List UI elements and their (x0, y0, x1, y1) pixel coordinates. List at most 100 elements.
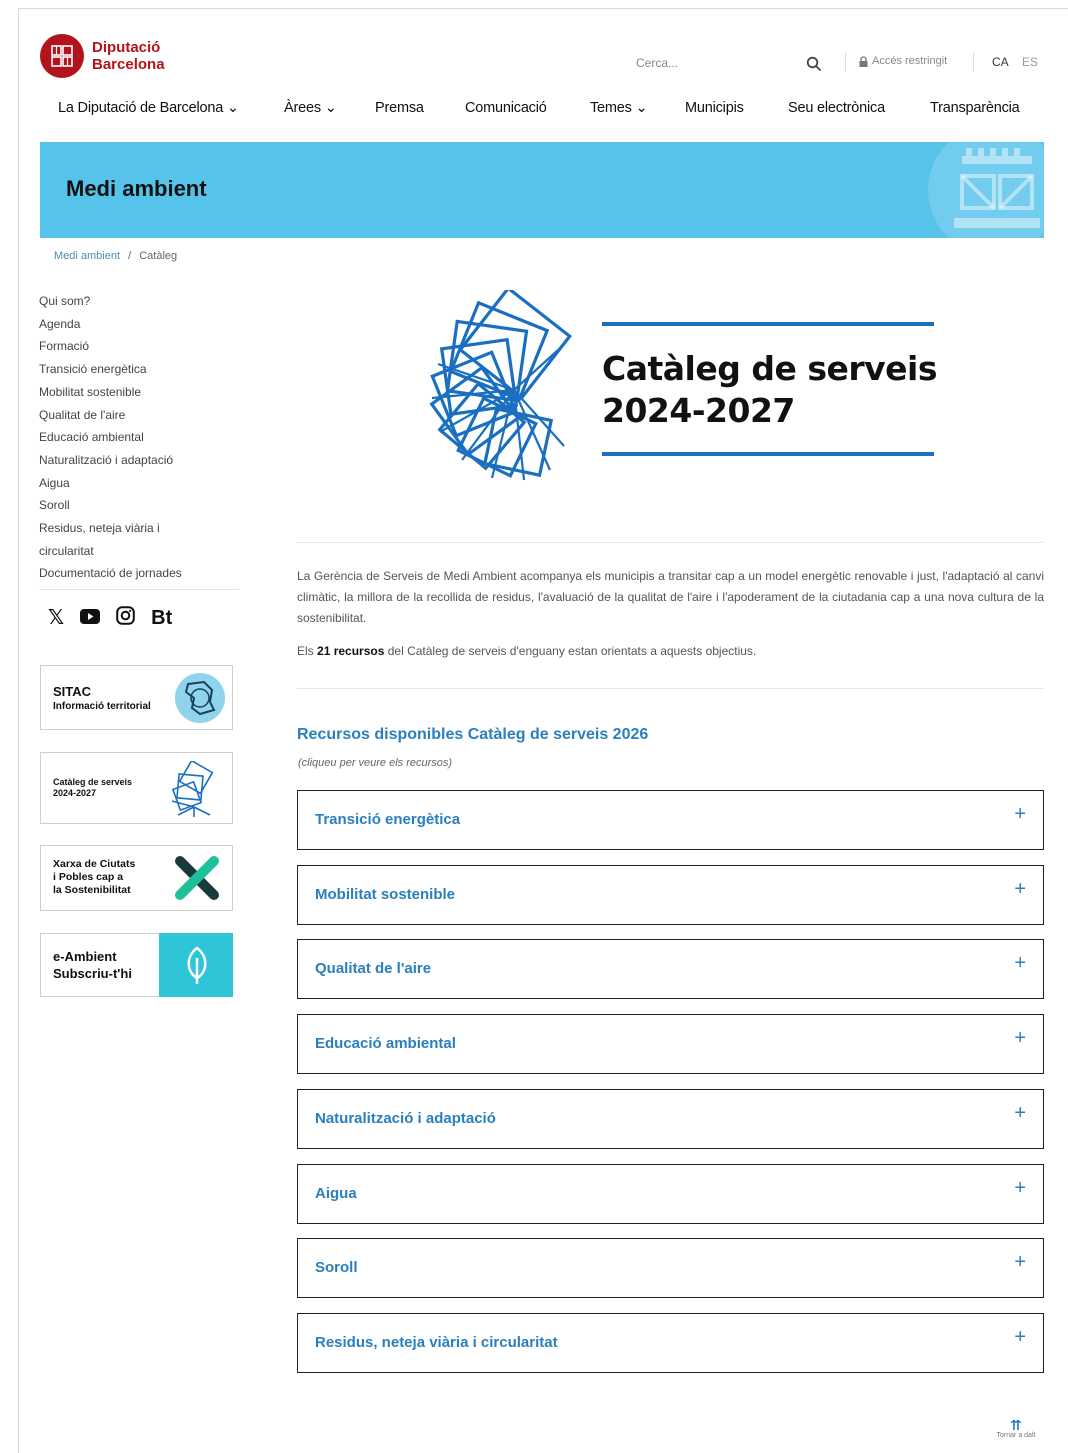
cataleg-card-line-1: Catàleg de serveis (53, 777, 133, 787)
sidebar-item-transicio-energetica[interactable]: Transició energètica (39, 358, 239, 381)
sidebar-item-documentacio[interactable]: Documentació de jornades (39, 562, 239, 585)
logo-line-2: Barcelona (92, 56, 165, 73)
plus-icon[interactable]: + (1014, 1177, 1026, 1200)
sitac-title: SITAC (53, 684, 92, 699)
leaf-icon (187, 946, 207, 984)
nav-item-premsa[interactable]: Premsa (375, 100, 424, 116)
map-globe-icon (175, 673, 225, 723)
e-ambient-title: e-Ambient (53, 949, 117, 964)
language-ca[interactable]: CA (992, 55, 1009, 69)
sidebar-item-residus[interactable]: Residus, neteja viària i (39, 517, 239, 540)
count-bold: 21 recursos (317, 644, 385, 658)
accordion-residus[interactable]: Residus, neteja viària i circularitat + (297, 1313, 1044, 1373)
sidebar-item-formacio[interactable]: Formació (39, 335, 239, 358)
sidebar-item-soroll[interactable]: Soroll (39, 494, 239, 517)
hero-bottom-rule (602, 452, 934, 456)
accordion-mobilitat-sostenible[interactable]: Mobilitat sostenible + (297, 865, 1044, 925)
instagram-icon[interactable] (116, 606, 135, 630)
nav-item-temes[interactable]: Temes ⌄ (590, 100, 648, 116)
page-title: Medi ambient (66, 176, 207, 201)
accordion-aigua[interactable]: Aigua + (297, 1164, 1044, 1224)
bluesky-bt-icon[interactable]: Bt (151, 607, 172, 629)
xarxa-x-icon (175, 856, 219, 900)
accordion-label: Qualitat de l'aire (315, 960, 432, 977)
hero-title-line-1: Catàleg de serveis (602, 349, 937, 388)
back-to-top-label: Tornar a dalt (996, 1432, 1036, 1439)
sidebar-item-aigua[interactable]: Aigua (39, 472, 239, 495)
e-ambient-card[interactable]: e-Ambient Subscriu-t'hi (40, 933, 233, 997)
restricted-access-label: Accés restringit (872, 55, 948, 67)
main-nav: La Diputació de Barcelona ⌄ Àrees ⌄ Prem… (58, 100, 1028, 122)
search-input[interactable]: Cerca... (636, 56, 826, 76)
xarxa-card[interactable]: Xarxa de Ciutats i Pobles cap a la Soste… (40, 845, 233, 911)
section-banner: Medi ambient (40, 142, 1044, 238)
nav-item-comunicacio[interactable]: Comunicació (465, 100, 547, 116)
accordion-label: Naturalització i adaptació (315, 1110, 496, 1127)
hero-title: Catàleg de serveis 2024-2027 (602, 348, 937, 432)
sidebar-item-qui-som[interactable]: Qui som? (39, 290, 239, 313)
hero-title-line-2: 2024-2027 (602, 391, 795, 430)
plus-icon[interactable]: + (1014, 1027, 1026, 1050)
plus-icon[interactable]: + (1014, 1326, 1026, 1349)
sidebar-item-agenda[interactable]: Agenda (39, 313, 239, 336)
diputacio-logo[interactable]: Diputació Barcelona (40, 34, 165, 78)
accordion-qualitat-aire[interactable]: Qualitat de l'aire + (297, 939, 1044, 999)
plus-icon[interactable]: + (1014, 1251, 1026, 1274)
logo-emblem-icon (40, 34, 84, 78)
resource-count-text: Els 21 recursos del Catàleg de serveis d… (297, 644, 756, 658)
sidebar-item-qualitat-aire[interactable]: Qualitat de l'aire (39, 404, 239, 427)
sidebar-item-naturalitzacio[interactable]: Naturalització i adaptació (39, 449, 239, 472)
plus-icon[interactable]: + (1014, 952, 1026, 975)
x-twitter-icon[interactable]: 𝕏 (48, 607, 64, 629)
cataleg-fan-icon (171, 761, 214, 817)
content-divider (297, 688, 1044, 689)
content-divider (297, 542, 1044, 543)
plus-icon[interactable]: + (1014, 1102, 1026, 1125)
plus-icon[interactable]: + (1014, 878, 1026, 901)
sidebar-menu: Qui som? Agenda Formació Transició energ… (39, 290, 239, 585)
accordion-label: Aigua (315, 1185, 357, 1202)
accordion-label: Mobilitat sostenible (315, 886, 456, 903)
accordion-label: Transició energètica (315, 811, 461, 828)
sidebar-item-educacio-ambiental[interactable]: Educació ambiental (39, 426, 239, 449)
language-es[interactable]: ES (1022, 55, 1038, 69)
nav-item-seu-electronica[interactable]: Seu electrònica (788, 100, 885, 116)
accordion-label: Soroll (315, 1259, 358, 1276)
breadcrumb: Medi ambient / Catàleg (54, 250, 177, 262)
count-prefix: Els (297, 644, 318, 658)
plus-icon[interactable]: + (1014, 803, 1026, 826)
sidebar-divider (39, 589, 239, 590)
hero-top-rule (602, 322, 934, 326)
cataleg-card[interactable]: Catàleg de serveis 2024-2027 (40, 752, 233, 824)
back-to-top-link[interactable]: ⇈ Tornar a dalt (988, 1418, 1044, 1439)
social-links: 𝕏 Bt (48, 606, 172, 630)
breadcrumb-separator: / (128, 250, 132, 262)
cataleg-card-line-2: 2024-2027 (53, 788, 97, 798)
resources-hint: (cliqueu per veure els recursos) (298, 757, 453, 769)
accordion-naturalitzacio[interactable]: Naturalització i adaptació + (297, 1089, 1044, 1149)
count-suffix: del Catàleg de serveis d'enguany estan o… (384, 644, 757, 658)
xarxa-line-3: la Sostenibilitat (53, 884, 131, 896)
accordion-soroll[interactable]: Soroll + (297, 1238, 1044, 1298)
nav-item-diputacio[interactable]: La Diputació de Barcelona ⌄ (58, 100, 239, 116)
accordion-label: Educació ambiental (315, 1035, 456, 1052)
banner-emblem-icon (928, 142, 1044, 238)
restricted-access-link[interactable]: Accés restringit (858, 55, 947, 67)
sitac-card[interactable]: SITAC Informació territorial (40, 665, 233, 730)
nav-item-municipis[interactable]: Municipis (685, 100, 744, 116)
header-divider (845, 52, 846, 72)
accordion-label: Residus, neteja viària i circularitat (315, 1334, 558, 1351)
accordion-educacio-ambiental[interactable]: Educació ambiental + (297, 1014, 1044, 1074)
header-divider (973, 52, 974, 72)
youtube-icon[interactable] (80, 607, 101, 629)
sitac-subtitle: Informació territorial (53, 701, 151, 712)
accordion-transicio-energetica[interactable]: Transició energètica + (297, 790, 1044, 850)
sidebar-item-mobilitat-sostenible[interactable]: Mobilitat sostenible (39, 381, 239, 404)
breadcrumb-current: Catàleg (139, 250, 178, 262)
nav-item-arees[interactable]: Àrees ⌄ (284, 100, 337, 116)
nav-item-transparencia[interactable]: Transparència (930, 100, 1020, 116)
logo-text: Diputació Barcelona (92, 39, 165, 73)
search-icon[interactable] (806, 56, 822, 72)
breadcrumb-home-link[interactable]: Medi ambient (54, 250, 120, 262)
sidebar-item-residus-cont[interactable]: circularitat (39, 540, 239, 563)
